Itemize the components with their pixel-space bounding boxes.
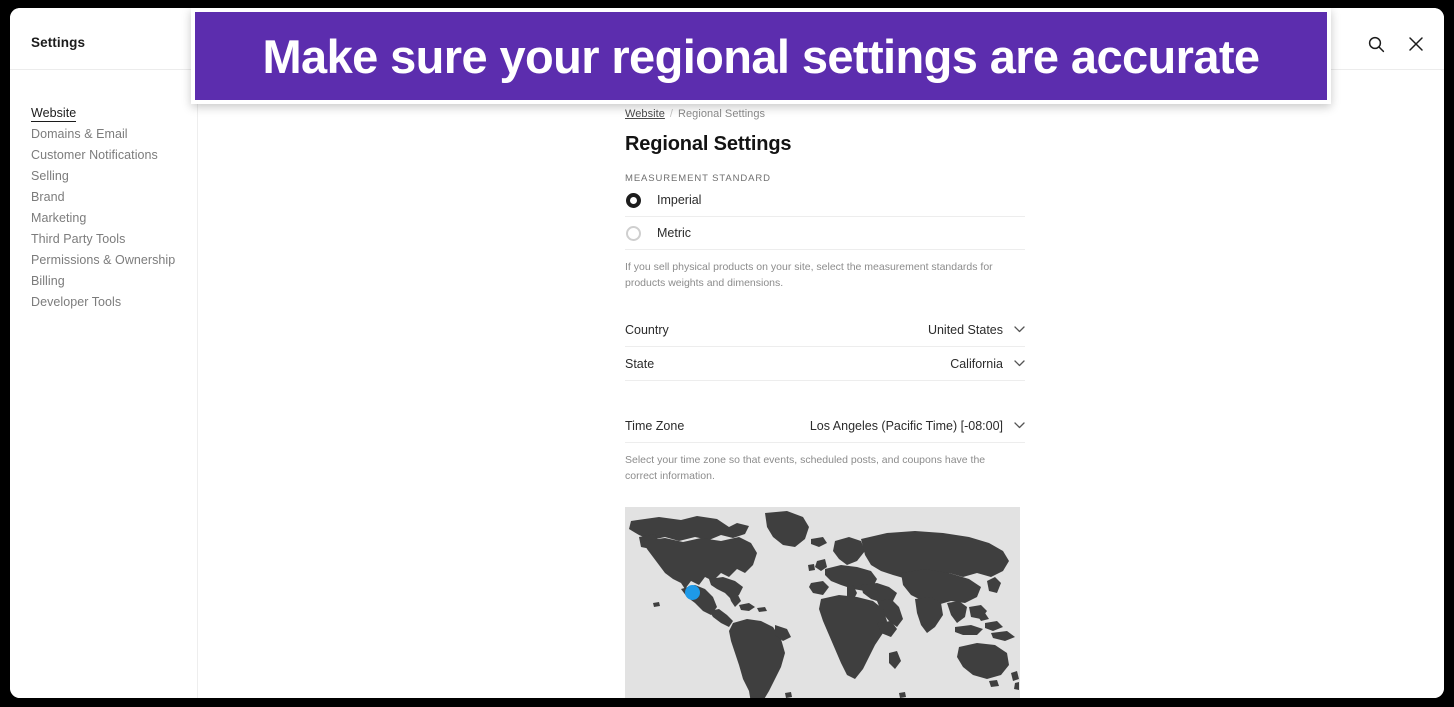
search-icon[interactable] xyxy=(1365,33,1387,55)
sidebar-item-label: Brand xyxy=(31,190,65,204)
measurement-helper-text: If you sell physical products on your si… xyxy=(625,261,993,289)
chevron-down-icon[interactable] xyxy=(1014,358,1025,369)
sidebar-item-label: Selling xyxy=(31,169,69,183)
sidebar-item-label: Permissions & Ownership xyxy=(31,253,176,267)
radio-option-imperial[interactable]: Imperial xyxy=(625,184,1025,217)
timezone-group: Time Zone Los Angeles (Pacific Time) [-0… xyxy=(625,409,1025,484)
timezone-helper-text: Select your time zone so that events, sc… xyxy=(625,454,986,482)
page-heading: Regional Settings xyxy=(625,133,792,155)
country-value-wrap: United States xyxy=(928,323,1025,337)
breadcrumb: Website / Regional Settings xyxy=(625,108,1025,124)
sidebar-item-third-party-tools[interactable]: Third Party Tools xyxy=(10,229,197,250)
select-row-timezone[interactable]: Time Zone Los Angeles (Pacific Time) [-0… xyxy=(625,409,1025,443)
timezone-value: Los Angeles (Pacific Time) [-08:00] xyxy=(809,418,1003,433)
select-row-state[interactable]: State California xyxy=(625,347,1025,381)
map-location-marker xyxy=(685,585,700,600)
regional-settings-panel: Website / Regional Settings Regional Setti… xyxy=(625,108,1025,698)
settings-sidebar: Website Domains & Email Customer Notific… xyxy=(10,70,198,698)
world-map[interactable] xyxy=(625,507,1020,698)
sidebar-item-permissions-ownership[interactable]: Permissions & Ownership xyxy=(10,250,197,271)
sidebar-item-billing[interactable]: Billing xyxy=(10,271,197,292)
breadcrumb-separator: / xyxy=(669,108,673,120)
sidebar-item-developer-tools[interactable]: Developer Tools xyxy=(10,292,197,313)
chevron-down-icon[interactable] xyxy=(1014,324,1025,335)
measurement-standard-label: MEASUREMENT STANDARD xyxy=(625,173,771,184)
sidebar-item-label: Website xyxy=(31,106,77,122)
sidebar-item-label: Billing xyxy=(31,274,65,288)
select-row-country[interactable]: Country United States xyxy=(625,313,1025,347)
sidebar-item-label: Customer Notifications xyxy=(31,148,158,162)
sidebar-item-customer-notifications[interactable]: Customer Notifications xyxy=(10,145,197,166)
radio-option-metric[interactable]: Metric xyxy=(625,217,1025,250)
country-label: Country xyxy=(625,322,669,337)
state-label: State xyxy=(625,356,655,371)
state-value-wrap: California xyxy=(950,357,1025,371)
instruction-banner: Make sure your regional settings are acc… xyxy=(191,8,1331,104)
sidebar-item-domains-email[interactable]: Domains & Email xyxy=(10,124,197,145)
sidebar-item-label: Domains & Email xyxy=(31,127,128,141)
breadcrumb-current: Regional Settings xyxy=(678,108,766,120)
chevron-down-icon[interactable] xyxy=(1014,420,1025,431)
main-content: Website / Regional Settings Regional Setti… xyxy=(199,70,1444,698)
timezone-value-wrap: Los Angeles (Pacific Time) [-08:00] xyxy=(810,419,1025,433)
radio-imperial-label: Imperial xyxy=(657,193,702,207)
breadcrumb-link-website[interactable]: Website xyxy=(625,108,665,120)
sidebar-item-marketing[interactable]: Marketing xyxy=(10,208,197,229)
radio-metric-indicator[interactable] xyxy=(626,225,641,241)
radio-imperial-indicator[interactable] xyxy=(626,192,641,208)
instruction-banner-text: Make sure your regional settings are acc… xyxy=(262,29,1261,83)
country-value: United States xyxy=(927,322,1003,337)
sidebar-item-selling[interactable]: Selling xyxy=(10,166,197,187)
sidebar-item-label: Marketing xyxy=(31,211,87,225)
sidebar-item-label: Developer Tools xyxy=(31,295,122,309)
close-icon[interactable] xyxy=(1405,33,1427,55)
timezone-label: Time Zone xyxy=(625,418,685,433)
screenshot-frame: Settings Website Domains & Email Custome… xyxy=(0,0,1454,707)
settings-window: Settings Website Domains & Email Custome… xyxy=(10,8,1444,698)
sidebar-item-label: Third Party Tools xyxy=(31,232,126,246)
state-value: California xyxy=(950,356,1003,371)
page-title-settings: Settings xyxy=(31,35,86,50)
radio-metric-label: Metric xyxy=(657,226,692,240)
sidebar-item-brand[interactable]: Brand xyxy=(10,187,197,208)
sidebar-item-website[interactable]: Website xyxy=(10,103,197,124)
location-select-group: Country United States State California xyxy=(625,313,1025,381)
world-map-graphic xyxy=(625,507,1020,698)
instruction-banner-inner: Make sure your regional settings are acc… xyxy=(195,12,1327,100)
